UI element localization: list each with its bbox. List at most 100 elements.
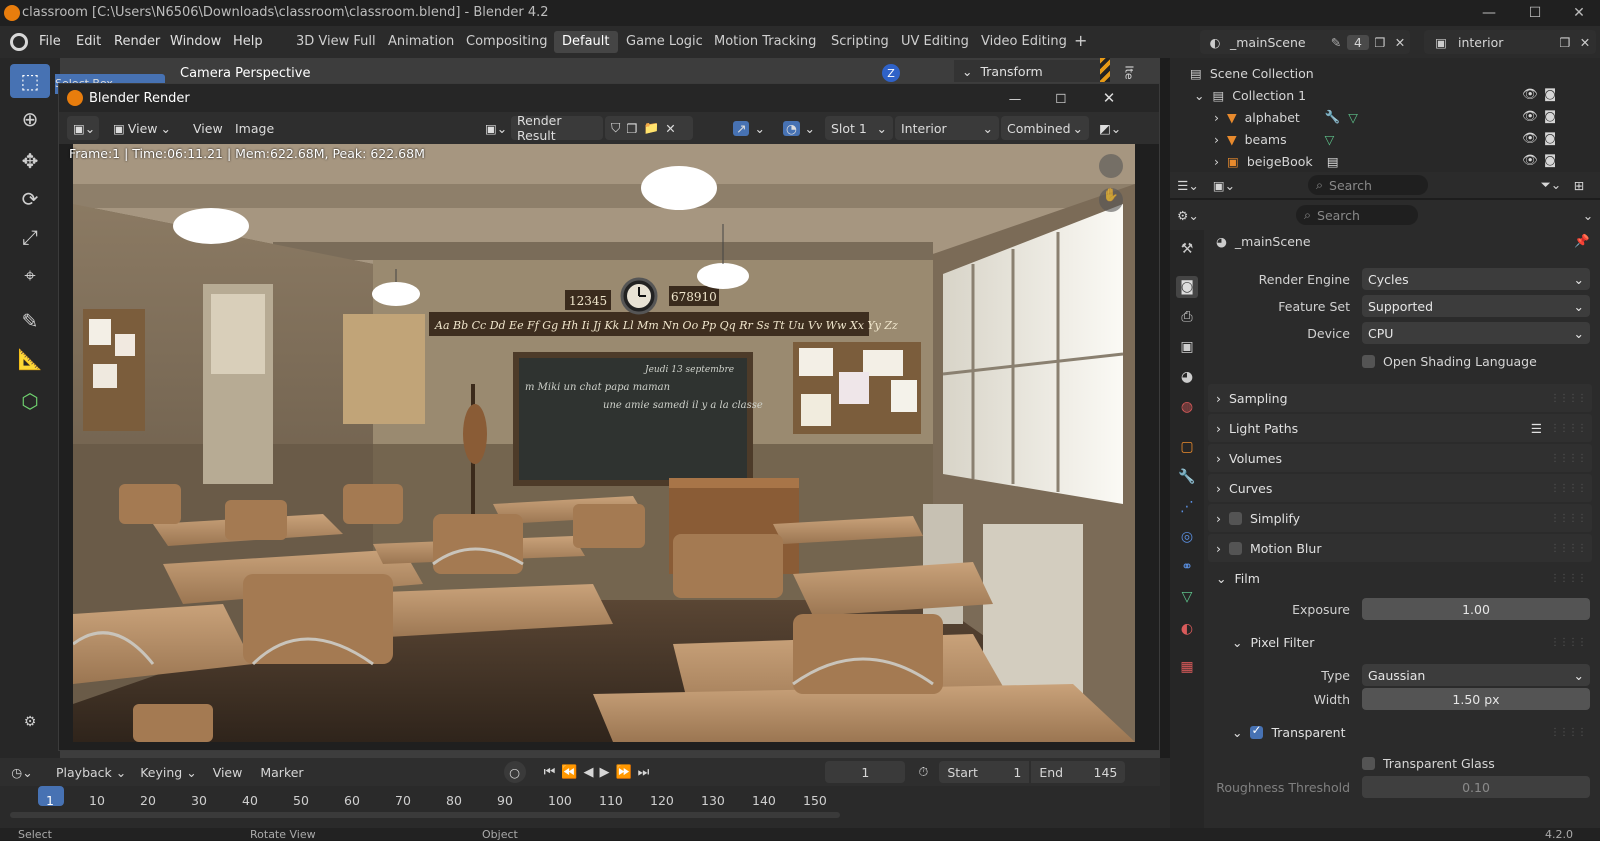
open-image-folder-icon[interactable]: 📁 — [644, 120, 660, 136]
duplicate-scene-icon[interactable]: ❐ — [1369, 35, 1391, 50]
filter-type-dropdown[interactable]: Gaussian ⌄ — [1362, 664, 1590, 686]
eye-icon[interactable]: 👁 — [1522, 152, 1538, 168]
display-mode-icon[interactable]: ▣⌄ — [1206, 178, 1242, 193]
editor-type-icon[interactable]: ⚙⌄ — [1170, 208, 1206, 223]
scene-tab-icon[interactable]: ◕ — [1176, 366, 1198, 388]
panel-simplify[interactable]: › Simplify ⋮⋮⋮⋮ — [1208, 504, 1592, 532]
zoom-gizmo-icon[interactable] — [1099, 154, 1123, 178]
duplicate-layer-icon[interactable]: ❐ — [1554, 35, 1576, 50]
layer-dropdown[interactable]: Interior ⌄ — [895, 116, 999, 140]
close-window-button[interactable]: ✕ — [1556, 0, 1600, 26]
menu-view[interactable]: View — [193, 121, 223, 136]
move-tool-icon[interactable]: ✥ — [10, 144, 50, 178]
physics-tab-icon[interactable]: ◎ — [1176, 526, 1198, 548]
chevron-down-icon[interactable]: ⌄ — [1576, 208, 1600, 223]
menu-playback[interactable]: Playback ⌄ — [56, 765, 126, 780]
annotate-tool-icon[interactable]: ✎ — [10, 304, 50, 338]
fake-user-shield-icon[interactable]: ⛉ — [611, 120, 620, 136]
start-frame-field[interactable]: Start 1 — [939, 761, 1030, 783]
panel-curves[interactable]: › Curves ⋮⋮⋮⋮ — [1208, 474, 1592, 502]
panel-transparent[interactable]: ⌄Transparent⋮⋮⋮⋮ — [1224, 718, 1592, 746]
render-minimize-button[interactable]: — — [1003, 86, 1027, 110]
select-box-tool-icon[interactable]: ⬚ — [10, 64, 50, 98]
panel-volumes[interactable]: › Volumes ⋮⋮⋮⋮ — [1208, 444, 1592, 472]
tab-scripting[interactable]: Scripting — [823, 31, 897, 53]
particles-tab-icon[interactable]: ⋰ — [1176, 496, 1198, 518]
unlink-image-icon[interactable]: ✕ — [665, 121, 675, 136]
panel-sampling[interactable]: › Sampling ⋮⋮⋮⋮ — [1208, 384, 1592, 412]
scale-tool-icon[interactable]: ⤢ — [10, 220, 50, 254]
tab-3d-view-full[interactable]: 3D View Full — [288, 31, 384, 53]
osl-checkbox[interactable] — [1362, 354, 1375, 368]
properties-search-input[interactable]: ⌕ Search — [1296, 205, 1418, 225]
transform-tool-icon[interactable]: ⌖ — [10, 258, 50, 292]
roughness-threshold-field[interactable]: 0.10 — [1362, 776, 1590, 798]
exposure-field[interactable]: 1.00 — [1362, 598, 1590, 620]
camera-icon[interactable]: ◙ — [1544, 86, 1556, 101]
outliner-root[interactable]: ▤ Scene Collection — [1170, 62, 1600, 84]
panel-pixel-filter[interactable]: ⌄ Pixel Filter ⋮⋮⋮⋮ — [1224, 628, 1592, 656]
camera-icon[interactable]: ◙ — [1544, 108, 1556, 123]
render-close-button[interactable]: ✕ — [1097, 86, 1121, 110]
motion-blur-checkbox[interactable] — [1229, 541, 1242, 555]
pin-icon[interactable]: 📌 — [1574, 233, 1590, 249]
camera-icon[interactable]: ◙ — [1544, 130, 1556, 145]
display-channels-dropdown[interactable]: ◩⌄ — [1093, 116, 1129, 140]
end-frame-field[interactable]: End 145 — [1031, 761, 1126, 783]
outliner-search-input[interactable]: ⌕ Search — [1308, 175, 1428, 195]
render-maximize-button[interactable]: ☐ — [1049, 86, 1073, 110]
remove-layer-icon[interactable]: ✕ — [1576, 35, 1594, 50]
gizmo-options-icon[interactable]: ⚙ — [10, 710, 50, 734]
image-browse-icon[interactable]: ▣⌄ — [479, 116, 511, 140]
chevron-right-icon[interactable]: › — [1214, 132, 1219, 147]
measure-tool-icon[interactable]: 📐 — [10, 342, 50, 376]
remove-scene-icon[interactable]: ✕ — [1391, 35, 1409, 50]
render-result-image[interactable]: Aa Bb Cc Dd Ee Ff Gg Hh Ii Jj Kk Ll Mm N… — [73, 144, 1135, 742]
current-frame-field[interactable]: 1 — [825, 761, 906, 783]
image-name-field[interactable]: Render Result — [511, 113, 603, 143]
slot-dropdown[interactable]: Slot 1 ⌄ — [825, 116, 893, 140]
outliner-item-beams[interactable]: › ▼ beams ▽ 👁 ◙ — [1170, 128, 1600, 150]
eye-icon[interactable]: 👁 — [1522, 130, 1538, 146]
item-sidebar-tab[interactable]: Ite — [1123, 65, 1136, 79]
stopwatch-icon[interactable]: ⏱ — [913, 764, 933, 780]
output-tab-icon[interactable]: ⎙ — [1176, 306, 1198, 328]
tab-uv-editing[interactable]: UV Editing — [893, 31, 977, 53]
tab-default[interactable]: Default — [554, 31, 618, 53]
tab-motion-tracking[interactable]: Motion Tracking — [706, 31, 824, 53]
tab-compositing[interactable]: Compositing — [458, 31, 556, 53]
transparent-glass-row[interactable]: Transparent Glass — [1210, 750, 1590, 776]
tool-tab-icon[interactable]: ⚒ — [1176, 238, 1198, 260]
editor-type-icon[interactable]: ◷⌄ — [0, 765, 44, 780]
outliner-item-alphabet[interactable]: › ▼ alphabet 🔧 ▽ 👁 ◙ — [1170, 106, 1600, 128]
menu-render[interactable]: Render — [114, 34, 160, 49]
device-dropdown[interactable]: CPU ⌄ — [1362, 322, 1590, 344]
chevron-right-icon[interactable]: › — [1214, 154, 1219, 169]
view-layer-selector[interactable]: ▣ interior ❐ ✕ — [1424, 30, 1596, 54]
pin-icon[interactable]: ✎ — [1325, 35, 1347, 50]
menu-file[interactable]: File — [39, 34, 61, 49]
scene-selector[interactable]: ◐ _mainScene ✎ 4 ❐ ✕ — [1200, 30, 1410, 54]
menu-keying[interactable]: Keying ⌄ — [140, 765, 196, 780]
menu-window[interactable]: Window — [170, 34, 221, 49]
world-tab-icon[interactable]: ◍ — [1176, 396, 1198, 418]
object-tab-icon[interactable]: ▢ — [1176, 436, 1198, 458]
data-tab-icon[interactable]: ▽ — [1176, 586, 1198, 608]
blender-menu-icon[interactable] — [10, 33, 28, 51]
menu-marker[interactable]: Marker — [260, 765, 303, 780]
transparent-glass-checkbox[interactable] — [1362, 756, 1375, 770]
transform-panel-header[interactable]: ⌄ Transform — [954, 60, 1102, 82]
pan-hand-icon[interactable]: ✋ — [1099, 188, 1123, 212]
add-workspace-button[interactable]: + — [1066, 28, 1095, 50]
view-layer-tab-icon[interactable]: ▣ — [1176, 336, 1198, 358]
add-cube-tool-icon[interactable]: ⬡ — [10, 384, 50, 418]
feature-set-dropdown[interactable]: Supported ⌄ — [1362, 295, 1590, 317]
rotate-tool-icon[interactable]: ⟳ — [10, 182, 50, 216]
outliner-collection-row[interactable]: ⌄ ▤ Collection 1 👁 ◙ — [1170, 84, 1600, 106]
simplify-checkbox[interactable] — [1229, 511, 1242, 525]
render-tab-icon[interactable]: ◙ — [1176, 276, 1198, 298]
editor-type-icon[interactable]: ☰⌄ — [1170, 178, 1206, 193]
modifier-tab-icon[interactable]: 🔧 — [1176, 466, 1198, 488]
render-engine-dropdown[interactable]: Cycles ⌄ — [1362, 268, 1590, 290]
filter-icon[interactable]: ⏷⌄ — [1536, 177, 1566, 193]
